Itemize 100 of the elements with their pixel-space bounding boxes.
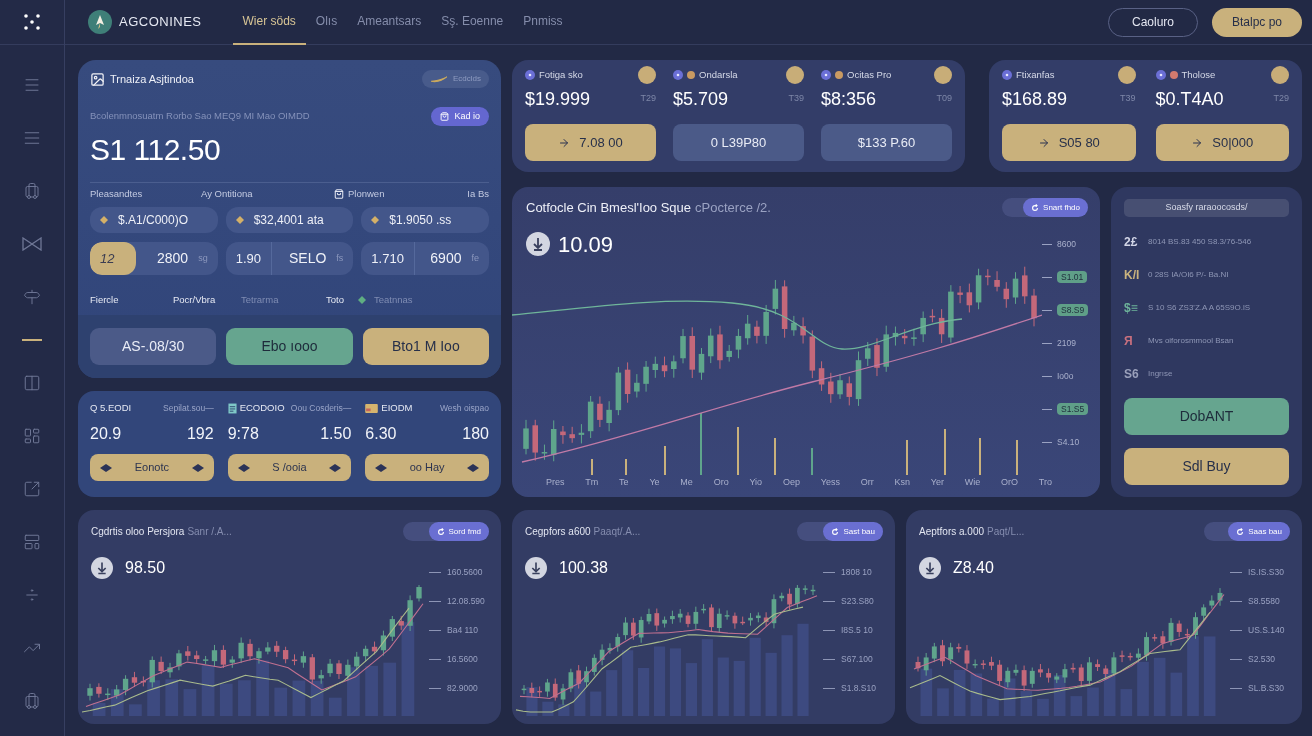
nav-tab[interactable]: Olıs	[305, 0, 348, 45]
axis-label: Oep	[782, 476, 800, 490]
arrow-disc-icon	[526, 232, 550, 256]
toggle-switch[interactable]: Sast bau	[797, 522, 883, 541]
quote-button[interactable]: oo Hay	[365, 454, 489, 481]
external-link-icon[interactable]	[23, 479, 41, 498]
axis-label: Wie	[964, 476, 981, 490]
action-button[interactable]: Kad io	[431, 107, 489, 126]
footer-label: Pocr/Vbra	[173, 293, 216, 307]
price-value: Z8.40	[953, 558, 994, 578]
nav-tab[interactable]: Pnmiss	[513, 0, 573, 45]
toggle-switch[interactable]: Snart fhdo	[1002, 198, 1088, 217]
amount-field[interactable]: $1.9050 .ss	[361, 207, 489, 233]
row-symbol: K/I	[1124, 268, 1141, 282]
axis-label: US.S.140	[1248, 623, 1285, 637]
quote-label: Q 5.EODI	[90, 400, 132, 415]
swoosh-icon	[430, 75, 448, 83]
quote-button[interactable]: Eonotc	[90, 454, 214, 481]
quote-value: 1.50	[320, 424, 352, 444]
diamond-icon	[237, 463, 250, 472]
action-button[interactable]: Ebo ıooo	[226, 328, 353, 365]
trade-button[interactable]: Sdl Buy	[1124, 448, 1289, 485]
ticker-name: Ocitas Pro	[847, 67, 892, 82]
axis-label: S1.01	[1057, 271, 1088, 283]
axis-label: S23.S80	[841, 594, 874, 608]
quote-value: 192	[186, 424, 214, 444]
quote-label: Wesh oispao	[440, 401, 489, 415]
arrow-right-icon	[558, 136, 571, 149]
chart-title: Cotfocle Cin Bmesl'Ioo Sque	[526, 198, 692, 217]
brand-name: AGCONINES	[119, 13, 202, 32]
trade-button[interactable]: DobANT	[1124, 398, 1289, 435]
row-symbol: S6	[1124, 367, 1140, 381]
ticker-change: T39	[788, 92, 804, 106]
ticker-button[interactable]: 7.08 00	[525, 124, 656, 161]
segment-option[interactable]: 1.710	[361, 242, 415, 275]
coin-icon	[1117, 66, 1136, 84]
luggage-icon[interactable]	[23, 181, 41, 200]
row-text: Mvs oiforosmmool Bsan	[1148, 335, 1234, 347]
axis-label: S1.8.S10	[841, 681, 876, 695]
coin-icon	[786, 66, 804, 84]
axis-label: Io0o	[1057, 370, 1074, 382]
ticker-change: T09	[936, 92, 952, 106]
header-button[interactable]: Btalpc po	[1212, 7, 1302, 37]
nav-tab[interactable]: Ameantsars	[347, 0, 432, 45]
diamond-icon	[371, 216, 380, 224]
axis-label: S67.100	[841, 652, 873, 666]
price-value: 10.09	[558, 230, 614, 259]
axis-label: OrO	[1001, 476, 1018, 490]
footer-label: Toto	[326, 293, 344, 307]
field-label: Ia Bs	[467, 187, 489, 201]
axis-label: Orr	[860, 476, 874, 490]
axis-label: I8S.5 10	[841, 623, 873, 637]
segment-option[interactable]: 1.90	[225, 242, 272, 275]
chart-title: Cegpfors a600	[525, 525, 591, 539]
nav-tab[interactable]: Sş. Eoenne	[431, 0, 514, 45]
toggle-switch[interactable]: Saas bau	[1204, 522, 1290, 541]
luggage-icon[interactable]	[23, 691, 41, 710]
axis-label: 160.5600	[447, 565, 483, 579]
row-text: S 10 S6 ZS3'Z.A A 65S9O.lS	[1148, 302, 1251, 314]
axis-label: IS.IS.S30	[1248, 565, 1284, 579]
row-symbol: Я	[1124, 334, 1134, 348]
dashboard-icon[interactable]	[23, 426, 41, 445]
layout-icon[interactable]	[23, 532, 41, 551]
signpost-icon[interactable]	[23, 287, 41, 306]
segment-option[interactable]: 12	[90, 242, 136, 275]
ticker-price: $8:356	[821, 87, 877, 111]
ticker-price: $0.T4A0	[1155, 87, 1224, 111]
card-subtitle: Bcolenmnosuatm Rorbo Sao MEQ9 MI Mao OIMDD	[90, 109, 310, 124]
document-icon	[227, 402, 237, 414]
diamond-icon	[358, 296, 366, 305]
card-icon	[365, 403, 379, 413]
dot-icon	[821, 70, 831, 80]
segment-unit: sg	[198, 251, 208, 265]
toggle-switch[interactable]: Sord fmd	[403, 522, 489, 541]
dash-icon[interactable]	[22, 338, 42, 341]
ticker-button[interactable]: $133 P.60	[821, 124, 952, 161]
amount-field[interactable]: $32,4001 ata	[225, 207, 354, 233]
ticker-button[interactable]: S05 80	[1002, 124, 1136, 161]
nav-tab[interactable]: Wier söds	[232, 0, 306, 45]
arrow-disc-icon	[91, 557, 113, 579]
field-label: Plonwen	[348, 187, 385, 201]
balance-value: S1 112.50	[90, 132, 222, 168]
quote-value: 9:78	[227, 424, 259, 444]
axis-label: Te	[619, 476, 629, 490]
ticker-button[interactable]: 0 L39P80	[673, 124, 804, 161]
arrow-disc-icon	[919, 557, 941, 579]
bowtie-icon[interactable]	[22, 236, 42, 251]
ticker-name: Fotiga sko	[539, 67, 583, 82]
chart-subtitle: Paaqt/.A...	[593, 525, 641, 539]
amount-field[interactable]: $.A1/C000)O	[90, 207, 218, 233]
quote-button[interactable]: S /ooia	[227, 454, 352, 481]
ticker-button[interactable]: S0|000	[1155, 124, 1289, 161]
columns-icon[interactable]	[23, 373, 41, 392]
quote-value: 20.9	[90, 424, 122, 444]
axis-label: S8.5580	[1248, 594, 1280, 608]
chart-subtitle: cPocterce /2.	[695, 198, 771, 217]
action-button[interactable]: Bto1 M Ioo	[362, 328, 489, 365]
action-button[interactable]: AS-.08/30	[90, 328, 217, 365]
picture-icon	[90, 71, 105, 87]
diamond-icon	[375, 463, 388, 472]
